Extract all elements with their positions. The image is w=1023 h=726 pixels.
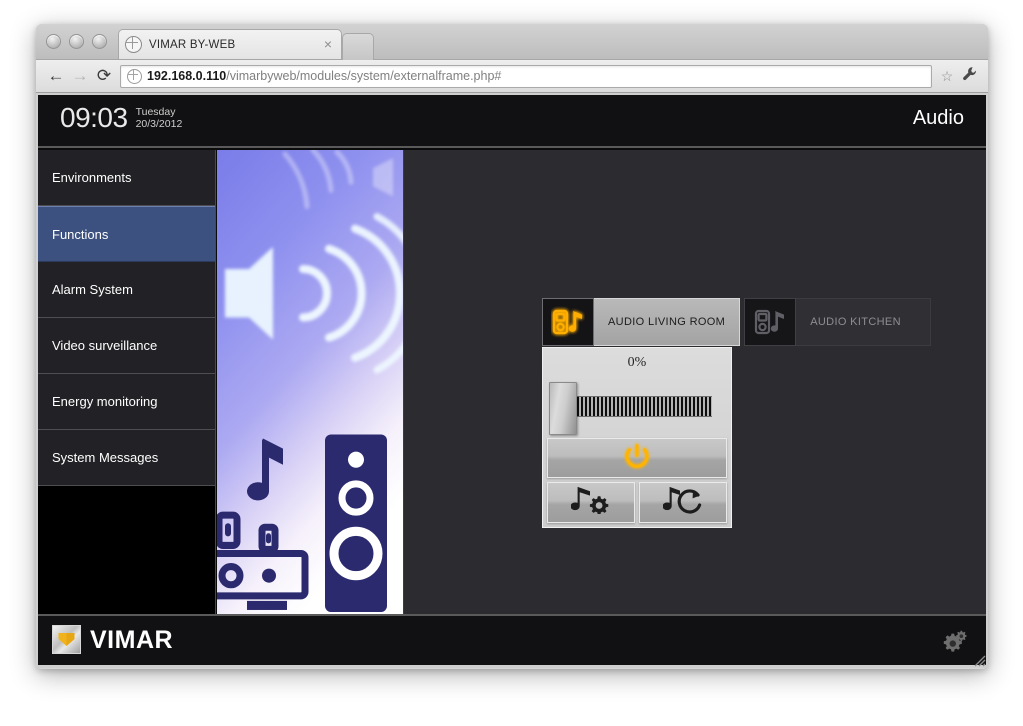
vimar-web-app: 09:03 Tuesday 20/3/2012 Audio Environmen…	[38, 95, 986, 665]
bookmark-star-icon[interactable]: ☆	[938, 68, 956, 85]
audio-speaker-illustration	[217, 150, 404, 614]
media-player-note-icon	[542, 298, 594, 346]
volume-percent-label: 0%	[627, 355, 647, 370]
window-controls	[46, 34, 107, 49]
note-cycle-icon	[662, 486, 703, 519]
url-path: /vimarbyweb/modules/system/externalframe…	[226, 69, 502, 83]
sidebar-item-system-messages[interactable]: System Messages	[38, 430, 215, 486]
browser-toolbar: ← → ⟳ 192.168.0.110/vimarbyweb/modules/s…	[36, 60, 988, 93]
forward-icon[interactable]: →	[68, 64, 92, 88]
volume-slider-track[interactable]	[577, 396, 712, 417]
sidebar-item-label: System Messages	[52, 450, 159, 465]
browser-tab[interactable]: VIMAR BY-WEB ×	[118, 29, 342, 59]
back-icon[interactable]: ←	[44, 64, 68, 88]
gears-icon[interactable]	[942, 629, 968, 660]
page-title: Audio	[912, 107, 964, 129]
url-text: 192.168.0.110/vimarbyweb/modules/system/…	[147, 69, 501, 83]
vimar-logo-mark	[52, 625, 81, 654]
panel-button-row	[547, 482, 727, 523]
audio-zone-tabs: AUDIO LIVING ROOM AUDIO KITCHEN	[542, 298, 932, 346]
clock-time: 09:03	[60, 102, 128, 133]
close-window-button[interactable]	[46, 34, 61, 49]
volume-slider-thumb[interactable]	[549, 382, 577, 435]
clock-day: Tuesday	[135, 106, 176, 118]
close-icon[interactable]: ×	[321, 37, 335, 52]
sidebar-item-label: Alarm System	[52, 282, 133, 297]
sidebar-item-functions[interactable]: Functions	[38, 206, 215, 262]
resize-grip[interactable]	[972, 653, 986, 667]
globe-icon	[127, 68, 142, 84]
new-tab-button[interactable]	[342, 33, 374, 60]
address-bar[interactable]: 192.168.0.110/vimarbyweb/modules/system/…	[120, 64, 932, 88]
audio-control-panel: 0%	[542, 347, 732, 528]
reload-icon[interactable]: ⟳	[92, 64, 116, 88]
minimize-window-button[interactable]	[69, 34, 84, 49]
volume-slider[interactable]	[547, 376, 727, 435]
power-icon	[622, 441, 652, 476]
sidebar-item-alarm-system[interactable]: Alarm System	[38, 262, 215, 318]
wrench-icon[interactable]	[960, 66, 980, 87]
clock-datestring: 20/3/2012	[135, 118, 183, 130]
power-button[interactable]	[547, 438, 727, 478]
clock-date: Tuesday 20/3/2012	[136, 106, 183, 130]
zone-tab-label: AUDIO LIVING ROOM	[594, 298, 741, 346]
page-viewport: 09:03 Tuesday 20/3/2012 Audio Environmen…	[36, 93, 988, 668]
sidebar-item-label: Environments	[52, 170, 132, 185]
tab-strip: VIMAR BY-WEB ×	[36, 24, 988, 60]
sidebar-item-energy-monitoring[interactable]: Energy monitoring	[38, 374, 215, 430]
audio-settings-button[interactable]	[547, 482, 635, 523]
brand-name: VIMAR	[90, 625, 174, 654]
browser-tab-title: VIMAR BY-WEB	[149, 38, 236, 51]
zone-tab-label: AUDIO KITCHEN	[796, 298, 932, 346]
app-header: 09:03 Tuesday 20/3/2012 Audio	[38, 95, 986, 148]
zone-tab-audio-living-room[interactable]: AUDIO LIVING ROOM	[542, 298, 741, 346]
media-player-note-icon	[744, 298, 797, 346]
sidebar-item-label: Video surveillance	[52, 338, 158, 353]
sidebar-item-environments[interactable]: Environments	[38, 150, 215, 206]
zone-tab-audio-kitchen[interactable]: AUDIO KITCHEN	[744, 298, 932, 346]
url-host: 192.168.0.110	[147, 69, 227, 83]
sidebar-item-video-surveillance[interactable]: Video surveillance	[38, 318, 215, 374]
sidebar-item-label: Functions	[52, 226, 109, 242]
browser-window: VIMAR BY-WEB × ← → ⟳ 192.168.0.110/vimar…	[36, 24, 988, 669]
note-gear-icon	[570, 486, 611, 519]
vimar-logo: VIMAR	[52, 625, 173, 654]
globe-icon	[125, 36, 142, 53]
sidebar: Environments Functions Alarm System Vide…	[38, 150, 216, 614]
audio-source-button[interactable]	[639, 482, 727, 523]
clock: 09:03 Tuesday 20/3/2012	[60, 102, 182, 134]
main-content: AUDIO LIVING ROOM AUDIO KITCHEN 0%	[404, 150, 986, 614]
app-footer: VIMAR	[38, 614, 986, 665]
sidebar-item-label: Energy monitoring	[52, 394, 158, 409]
zoom-window-button[interactable]	[92, 34, 107, 49]
